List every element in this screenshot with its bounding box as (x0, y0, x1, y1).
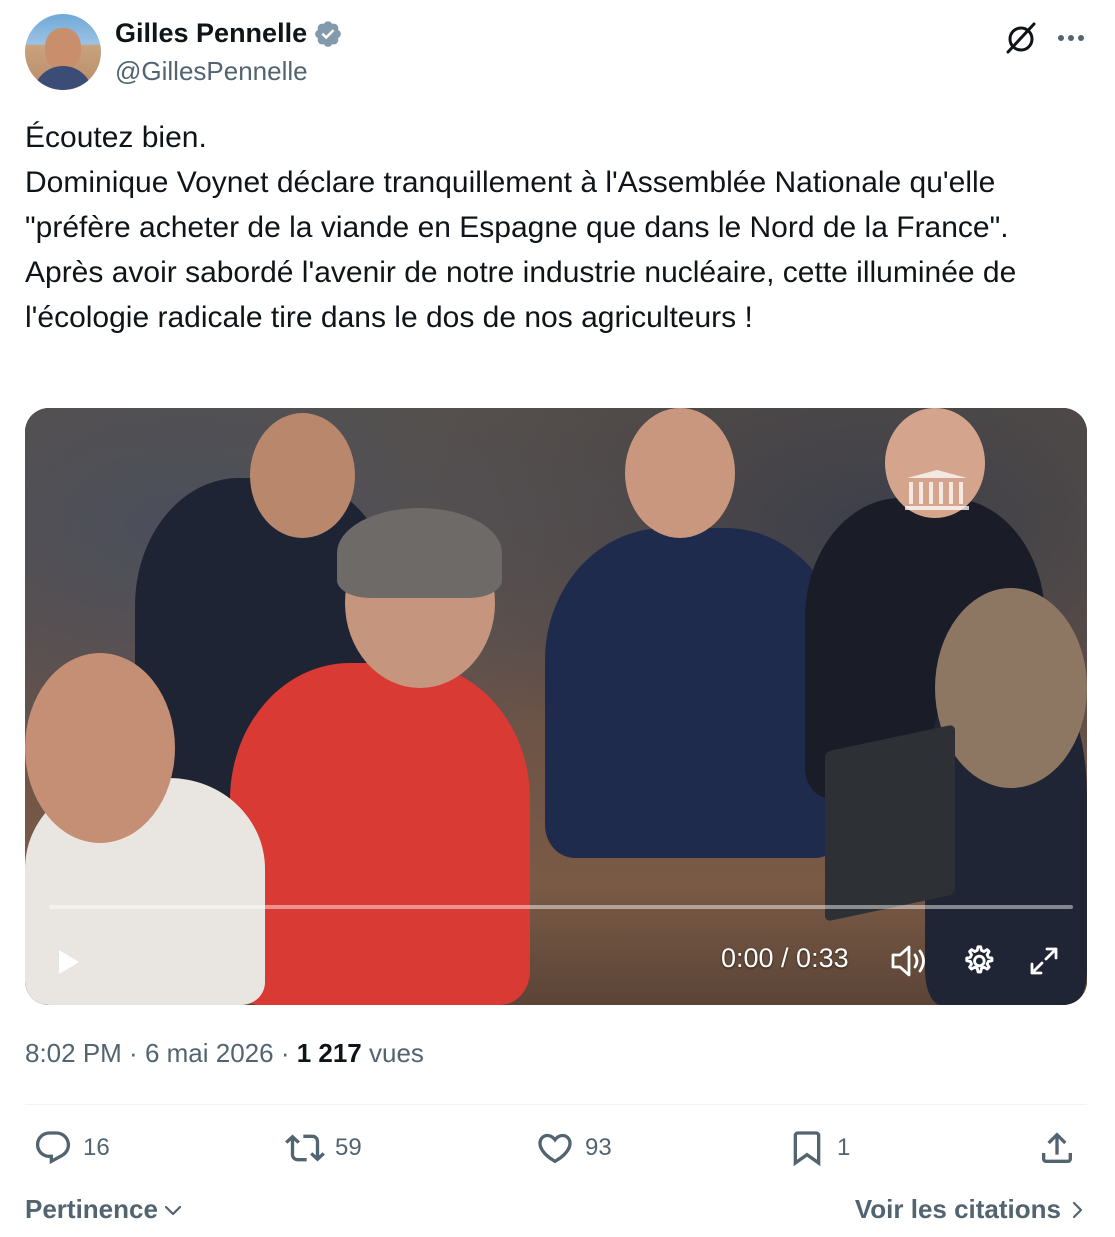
reply-button[interactable]: 16 (33, 1128, 110, 1168)
tweet-time[interactable]: 8:02 PM (25, 1038, 122, 1068)
bookmark-count: 1 (837, 1134, 851, 1161)
video-player[interactable]: 0:00 / 0:33 (25, 408, 1087, 1005)
video-figure-hair (337, 508, 502, 598)
views-count: 1 217 (296, 1038, 362, 1068)
author-name[interactable]: Gilles Pennelle (115, 18, 307, 49)
action-bar: 16 59 93 1 (25, 1122, 1087, 1182)
grok-icon[interactable] (1003, 20, 1039, 56)
views-label: vues (361, 1038, 424, 1068)
play-icon[interactable] (53, 947, 83, 977)
tweet-meta: 8:02 PM · 6 mai 2026 · 1 217 vues (25, 1038, 424, 1069)
video-laptop (825, 724, 955, 922)
video-figure-head (625, 408, 735, 538)
share-button[interactable] (1037, 1128, 1077, 1168)
volume-icon[interactable] (889, 943, 929, 979)
fullscreen-icon[interactable] (1028, 945, 1060, 977)
avatar[interactable] (25, 14, 101, 90)
author-handle[interactable]: @GillesPennelle (115, 56, 308, 87)
chevron-down-icon (164, 1205, 182, 1215)
heart-icon (538, 1133, 572, 1164)
meta-separator: · (273, 1038, 297, 1068)
quotes-label: Voir les citations (854, 1194, 1061, 1224)
verified-badge-icon (315, 20, 341, 47)
video-figure-head (25, 653, 175, 843)
view-quotes-link[interactable]: Voir les citations (855, 1194, 1087, 1225)
sort-dropdown[interactable]: Pertinence (25, 1194, 184, 1225)
meta-separator: · (121, 1038, 145, 1068)
like-count: 93 (585, 1134, 612, 1161)
tweet-date[interactable]: 6 mai 2026 (145, 1038, 274, 1068)
like-button[interactable]: 93 (535, 1128, 612, 1168)
repost-icon (285, 1134, 325, 1162)
tweet-line-1: Écoutez bien. (25, 121, 207, 154)
settings-icon[interactable] (960, 943, 996, 979)
reply-icon (35, 1131, 71, 1165)
more-options-icon[interactable] (1053, 22, 1089, 54)
name-row: Gilles Pennelle (115, 18, 343, 49)
bookmark-button[interactable]: 1 (787, 1128, 850, 1168)
replies-footer: Pertinence Voir les citations (25, 1190, 1087, 1230)
video-figure-head (250, 413, 355, 538)
watermark-icon (905, 470, 969, 510)
sort-label: Pertinence (25, 1194, 158, 1224)
video-figure-head (935, 588, 1087, 788)
tweet-header: Gilles Pennelle @GillesPennelle (25, 14, 1090, 94)
divider (25, 1104, 1087, 1105)
repost-button[interactable]: 59 (285, 1128, 362, 1168)
reply-count: 16 (83, 1134, 110, 1161)
tweet-line-2: Dominique Voynet déclare tranquillement … (25, 166, 1009, 244)
share-icon (1042, 1132, 1072, 1163)
video-controls: 0:00 / 0:33 (25, 905, 1087, 1005)
video-figure (545, 528, 845, 858)
avatar-shirt (33, 66, 93, 90)
repost-count: 59 (335, 1134, 362, 1161)
avatar-face (45, 28, 81, 70)
tweet-text: Écoutez bien. Dominique Voynet déclare t… (25, 115, 1090, 340)
chevron-right-icon (1072, 1201, 1083, 1218)
bookmark-icon (793, 1131, 821, 1167)
video-time: 0:00 / 0:33 (721, 943, 849, 973)
tweet-line-3: Après avoir sabordé l'avenir de notre in… (25, 256, 1017, 334)
